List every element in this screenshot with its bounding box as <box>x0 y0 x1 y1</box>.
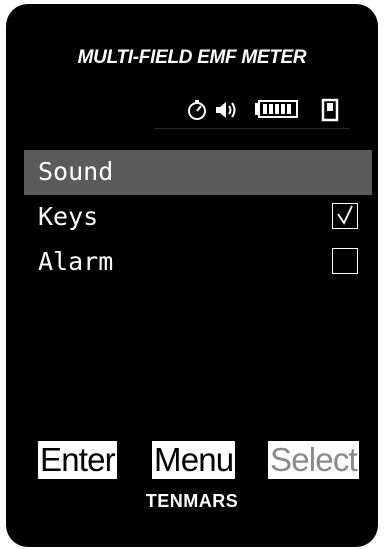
menu-item-label: Sound <box>38 157 114 186</box>
status-bar <box>154 98 350 129</box>
menu-item-sound[interactable]: Sound <box>24 150 372 195</box>
menu-softkey[interactable]: Menu <box>152 441 236 479</box>
speaker-icon <box>216 102 236 118</box>
brand-logo: TENMARS <box>145 491 239 511</box>
checkmark-icon <box>337 205 353 225</box>
settings-menu: Sound Keys Alarm <box>24 150 372 285</box>
device-title: MULTI-FIELD EMF METER <box>77 47 307 68</box>
battery-icon <box>255 100 298 118</box>
timer-icon <box>188 100 206 120</box>
keys-checkbox[interactable] <box>332 203 358 229</box>
menu-item-label: Alarm <box>38 247 114 276</box>
alarm-checkbox[interactable] <box>332 248 358 274</box>
enter-softkey[interactable]: Enter <box>38 441 117 479</box>
menu-item-keys[interactable]: Keys <box>24 195 372 240</box>
meter-screen: MULTI-FIELD EMF METER Sound Keys Alarm E… <box>6 4 378 547</box>
menu-item-alarm[interactable]: Alarm <box>24 240 372 285</box>
device-icon <box>321 98 339 122</box>
menu-item-label: Keys <box>38 202 99 231</box>
select-softkey[interactable]: Select <box>268 441 359 479</box>
